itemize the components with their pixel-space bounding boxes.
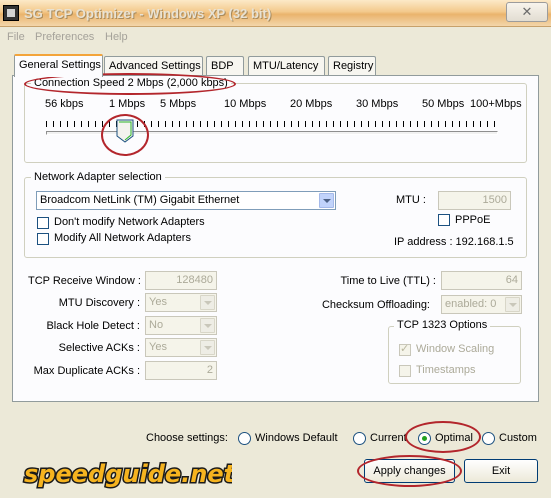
speed-tick-label: 20 Mbps — [290, 98, 333, 110]
speed-tick-label: 10 Mbps — [224, 98, 267, 110]
tab-registry[interactable]: Registry — [328, 56, 376, 76]
chevron-down-icon — [200, 340, 215, 355]
tab-advanced-settings[interactable]: Advanced Settings — [104, 56, 203, 76]
radio-custom[interactable] — [482, 432, 495, 445]
selective-acks-select[interactable]: Yes — [145, 338, 217, 357]
modify-all-adapters-checkbox[interactable] — [37, 233, 49, 245]
radio-optimal-label: Optimal — [435, 432, 473, 444]
ttl-label: Time to Live (TTL) : — [340, 275, 436, 287]
close-button[interactable]: ✕ — [506, 2, 548, 22]
ip-address: IP address : 192.168.1.5 — [394, 236, 514, 248]
checksum-offloading-label: Checksum Offloading: — [321, 299, 430, 311]
menu-bar: File Preferences Help — [0, 28, 551, 47]
mtu-label: MTU : — [396, 194, 426, 206]
app-icon — [3, 5, 19, 21]
network-adapter-group-label: Network Adapter selection — [31, 171, 165, 183]
modify-all-adapters-label: Modify All Network Adapters — [54, 232, 191, 244]
selective-acks-value: Yes — [149, 341, 167, 353]
tab-general-settings[interactable]: General Settings — [14, 54, 103, 77]
timestamps-label: Timestamps — [416, 364, 476, 376]
radio-windows-default-label: Windows Default — [255, 432, 338, 444]
speed-slider-track[interactable] — [46, 131, 498, 135]
timestamps-checkbox[interactable] — [399, 365, 411, 377]
checksum-offloading-value: enabled: 0 — [445, 298, 497, 310]
pppoe-label: PPPoE — [455, 214, 491, 226]
menu-help[interactable]: Help — [105, 31, 128, 43]
pppoe-checkbox[interactable] — [438, 214, 450, 226]
tcp-receive-window-field[interactable]: 128480 — [145, 271, 217, 290]
selected-adapter: Broadcom NetLink (TM) Gigabit Ethernet — [40, 194, 240, 206]
radio-optimal[interactable] — [418, 432, 431, 445]
exit-button[interactable]: Exit — [464, 459, 538, 483]
speed-tick-label: 56 kbps — [45, 98, 84, 110]
chevron-down-icon — [505, 297, 520, 312]
black-hole-detect-select[interactable]: No — [145, 316, 217, 335]
speed-tick-label: 1 Mbps — [109, 98, 146, 110]
speedguide-logo: speedguide.net — [23, 459, 233, 490]
slider-ticks — [46, 121, 498, 127]
tcp-receive-window-label: TCP Receive Window : — [28, 275, 141, 287]
speed-tick-label: 5 Mbps — [160, 98, 197, 110]
dont-modify-adapters-label: Don't modify Network Adapters — [54, 216, 205, 228]
connection-speed-label: Connection Speed 2 Mbps (2,000 kbps) — [31, 77, 231, 89]
mtu-discovery-select[interactable]: Yes — [145, 293, 217, 312]
network-adapter-select[interactable]: Broadcom NetLink (TM) Gigabit Ethernet — [36, 191, 336, 210]
checksum-offloading-select[interactable]: enabled: 0 — [441, 295, 522, 314]
apply-changes-button[interactable]: Apply changes — [364, 459, 455, 483]
speed-tick-label: 30 Mbps — [356, 98, 399, 110]
speed-slider-thumb[interactable] — [116, 119, 134, 143]
chevron-down-icon — [200, 318, 215, 333]
choose-settings-label: Choose settings: — [146, 432, 228, 444]
radio-custom-label: Custom — [499, 432, 537, 444]
radio-current-label: Current — [370, 432, 407, 444]
radio-current[interactable] — [353, 432, 366, 445]
menu-preferences[interactable]: Preferences — [35, 31, 94, 43]
black-hole-detect-value: No — [149, 319, 164, 331]
mtu-field[interactable]: 1500 — [438, 191, 511, 210]
window-scaling-label: Window Scaling — [416, 343, 495, 355]
chevron-down-icon — [319, 193, 334, 208]
speed-tick-label: 50 Mbps — [422, 98, 465, 110]
chevron-down-icon — [200, 295, 215, 310]
max-duplicate-acks-label: Max Duplicate ACKs : — [33, 365, 140, 377]
title-bar: SG TCP Optimizer - Windows XP (32 bit) ✕ — [0, 0, 551, 27]
black-hole-detect-label: Black Hole Detect : — [46, 320, 140, 332]
window-scaling-checkbox[interactable] — [399, 342, 411, 356]
ttl-field[interactable]: 64 — [441, 271, 522, 290]
tab-mtu-latency[interactable]: MTU/Latency — [248, 56, 325, 76]
radio-windows-default[interactable] — [238, 432, 251, 445]
speed-tick-label: 100+Mbps — [470, 98, 522, 110]
tcp1323-group-label: TCP 1323 Options — [394, 319, 491, 331]
logo-text: speedguide.net — [24, 460, 232, 488]
tab-bdp[interactable]: BDP — [206, 56, 244, 76]
dont-modify-adapters-checkbox[interactable] — [37, 217, 49, 229]
mtu-discovery-label: MTU Discovery : — [58, 297, 140, 309]
mtu-discovery-value: Yes — [149, 296, 167, 308]
selective-acks-label: Selective ACKs : — [58, 342, 140, 354]
menu-file[interactable]: File — [7, 31, 25, 43]
window-title: SG TCP Optimizer - Windows XP (32 bit) — [24, 6, 272, 21]
max-duplicate-acks-field[interactable]: 2 — [145, 361, 217, 380]
